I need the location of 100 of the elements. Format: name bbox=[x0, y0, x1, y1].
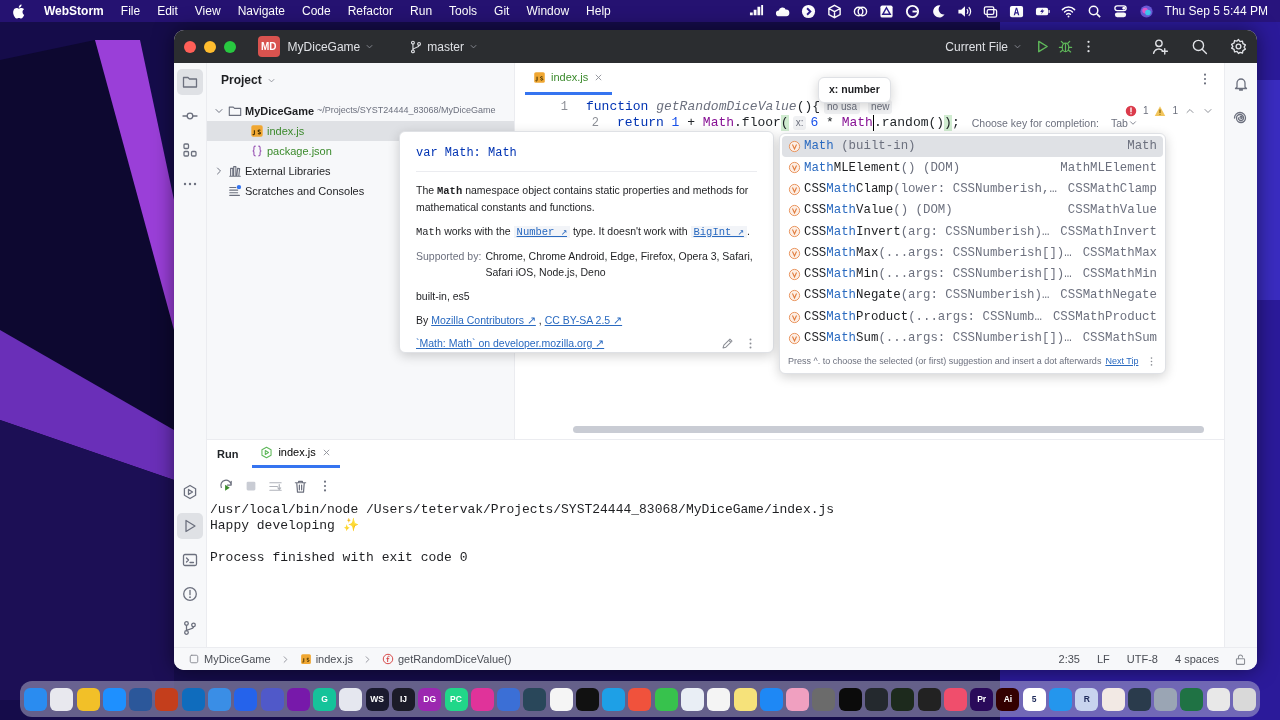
output-line: Happy developing ✨ bbox=[210, 518, 360, 534]
panel-title: Run bbox=[217, 446, 239, 462]
variable-icon bbox=[788, 246, 801, 260]
function-icon bbox=[381, 653, 394, 665]
add-user-icon[interactable] bbox=[1152, 38, 1169, 55]
breadcrumb[interactable]: MyDiceGame bbox=[184, 650, 275, 668]
completion-key-selector[interactable]: Tab bbox=[1110, 115, 1138, 131]
wifi-icon[interactable] bbox=[1060, 3, 1076, 19]
menu-item[interactable]: Navigate bbox=[237, 2, 285, 20]
app-menu[interactable]: WebStorm bbox=[44, 2, 104, 20]
variable-icon bbox=[788, 267, 801, 281]
scratches-icon bbox=[228, 184, 242, 198]
link[interactable]: Number ↗ bbox=[513, 226, 570, 238]
scrollbar[interactable] bbox=[573, 426, 1204, 433]
keyboard-icon[interactable] bbox=[1008, 3, 1024, 19]
status-item[interactable]: UTF-8 bbox=[1126, 650, 1158, 668]
node-icon bbox=[260, 446, 274, 459]
panel-title[interactable]: Project bbox=[217, 71, 281, 89]
cube-icon[interactable] bbox=[826, 3, 842, 19]
menu-item[interactable]: Tools bbox=[449, 2, 478, 20]
toggles-icon[interactable] bbox=[1112, 3, 1128, 19]
lock-icon[interactable] bbox=[1234, 652, 1247, 666]
menu-item[interactable]: Code bbox=[302, 2, 331, 20]
settings-icon[interactable] bbox=[1230, 38, 1247, 55]
variable-icon bbox=[788, 161, 801, 175]
variable-icon bbox=[788, 331, 801, 345]
completion-item[interactable]: CSSMathNegate(arg: CSSNumberish)… CSSMathNegate bbox=[782, 285, 1163, 307]
project-selector[interactable]: MyDiceGame bbox=[283, 37, 380, 56]
menu-item[interactable]: Edit bbox=[157, 2, 178, 20]
variable-icon bbox=[788, 182, 801, 196]
command-line: /usr/local/bin/node /Users/tetervak/Projects/SYST24444_83068/MyDiceGame/index.js bbox=[210, 502, 836, 518]
tree-label: Scratches and Consoles bbox=[245, 183, 365, 199]
folder-icon bbox=[228, 104, 242, 118]
completion-item[interactable]: MathMLElement() (DOM) MathMLElement bbox=[782, 157, 1163, 179]
run-config-selector[interactable]: Current File bbox=[941, 37, 1027, 56]
run-tab[interactable]: index.js bbox=[252, 440, 340, 468]
warning-count[interactable]: 1 bbox=[1172, 103, 1178, 118]
breadcrumb[interactable]: getRandomDiceValue() bbox=[377, 650, 516, 668]
breadcrumb[interactable]: index.js bbox=[295, 650, 357, 668]
zoom-button[interactable] bbox=[224, 40, 236, 53]
description: The Math namespace object contains static properties and methods for mathematical constants and functions. bbox=[416, 183, 750, 215]
run-icon[interactable] bbox=[1035, 39, 1050, 54]
menu-item[interactable]: Run bbox=[410, 2, 433, 20]
js-file-icon bbox=[299, 653, 312, 665]
apple-icon[interactable] bbox=[12, 3, 27, 19]
trash-icon[interactable] bbox=[293, 478, 308, 494]
completion-item[interactable]: CSSMathClamp(lower: CSSNumberish,… CSSMathClamp bbox=[782, 178, 1163, 200]
close-button[interactable] bbox=[184, 40, 196, 53]
tree-label: package.json bbox=[267, 143, 332, 159]
completion-item[interactable]: Math (built-in) Math bbox=[782, 136, 1163, 158]
folder-icon[interactable] bbox=[177, 69, 203, 95]
menu-item[interactable]: Refactor bbox=[347, 2, 394, 20]
completion-item[interactable]: CSSMathInvert(arg: CSSNumberish)… CSSMathInvert bbox=[782, 221, 1163, 243]
error-count[interactable]: 1 bbox=[1142, 103, 1149, 118]
link[interactable]: Mozilla Contributors ↗ bbox=[431, 314, 536, 326]
completion-item[interactable]: CSSMathMin(...args: CSSNumberish[])… CSSMathMin bbox=[782, 263, 1163, 286]
pencil-icon[interactable] bbox=[721, 337, 734, 351]
tree-label: MyDiceGame bbox=[245, 103, 315, 119]
menu-item[interactable]: Window bbox=[526, 2, 570, 20]
path-label: ~/Projects/SYST24444_83068/MyDiceGame bbox=[317, 104, 496, 118]
g-circle-icon[interactable] bbox=[904, 3, 920, 19]
menu-item[interactable]: Git bbox=[494, 2, 510, 20]
status-item[interactable]: 2:35 bbox=[1058, 650, 1080, 668]
next-tip-link[interactable]: Next Tip bbox=[1105, 354, 1139, 369]
code-line: return 1 + Math.floor( x: 6 * Math.random()); bbox=[617, 115, 960, 131]
status-item[interactable]: 4 spaces bbox=[1174, 650, 1219, 668]
menu-item[interactable]: Help bbox=[586, 2, 611, 20]
minimize-button[interactable] bbox=[204, 40, 216, 53]
screens-icon[interactable] bbox=[982, 3, 998, 19]
variable-icon bbox=[788, 225, 801, 239]
completion-item[interactable]: CSSMathProduct(...args: CSSNumb… CSSMathProduct bbox=[782, 306, 1163, 328]
source-link[interactable]: `Math: Math` on developer.mozilla.org ↗ bbox=[416, 336, 605, 352]
variable-icon bbox=[788, 140, 801, 154]
line-number: 1 bbox=[559, 99, 569, 115]
search-icon[interactable] bbox=[1086, 3, 1102, 19]
tree-label: index.js bbox=[267, 123, 305, 139]
tree-item[interactable]: MyDiceGame ~/Projects/SYST24444_83068/MyDiceGame bbox=[207, 101, 514, 121]
debug-icon[interactable] bbox=[1058, 39, 1073, 54]
moon-icon[interactable] bbox=[930, 3, 946, 19]
menu-item[interactable]: File bbox=[120, 2, 141, 20]
link[interactable]: CC BY-SA 2.5 ↗ bbox=[544, 314, 623, 326]
status-item[interactable]: LF bbox=[1096, 650, 1110, 668]
js-file-icon bbox=[533, 71, 546, 84]
completion-item[interactable]: CSSMathSum(...args: CSSNumberish[])… CSSMathSum bbox=[782, 327, 1163, 349]
completion-item[interactable]: CSSMathMax(...args: CSSNumberish[])… CSSMathMax bbox=[782, 242, 1163, 264]
completion-item[interactable]: CSSMathValue() (DOM) CSSMathValue bbox=[782, 199, 1163, 222]
parameter-tooltip: x: number bbox=[818, 77, 891, 103]
library-icon bbox=[228, 164, 242, 178]
link[interactable]: BigInt ↗ bbox=[690, 226, 747, 238]
branch-selector[interactable]: master bbox=[405, 37, 483, 56]
js-file-icon bbox=[250, 124, 264, 138]
clock[interactable]: Thu Sep 5 5:44 PM bbox=[1164, 2, 1268, 20]
tree-label: External Libraries bbox=[245, 163, 331, 179]
search-icon[interactable] bbox=[1191, 38, 1208, 55]
tip-text: Press ^. to choose the selected (or first) suggestion and insert a dot afterwards bbox=[788, 354, 1102, 368]
run-icon[interactable] bbox=[177, 513, 203, 539]
orb-icon[interactable] bbox=[1138, 3, 1154, 19]
editor-tab[interactable]: index.js bbox=[525, 63, 613, 95]
drive-icon[interactable] bbox=[878, 3, 894, 19]
menu-item[interactable]: View bbox=[194, 2, 221, 20]
